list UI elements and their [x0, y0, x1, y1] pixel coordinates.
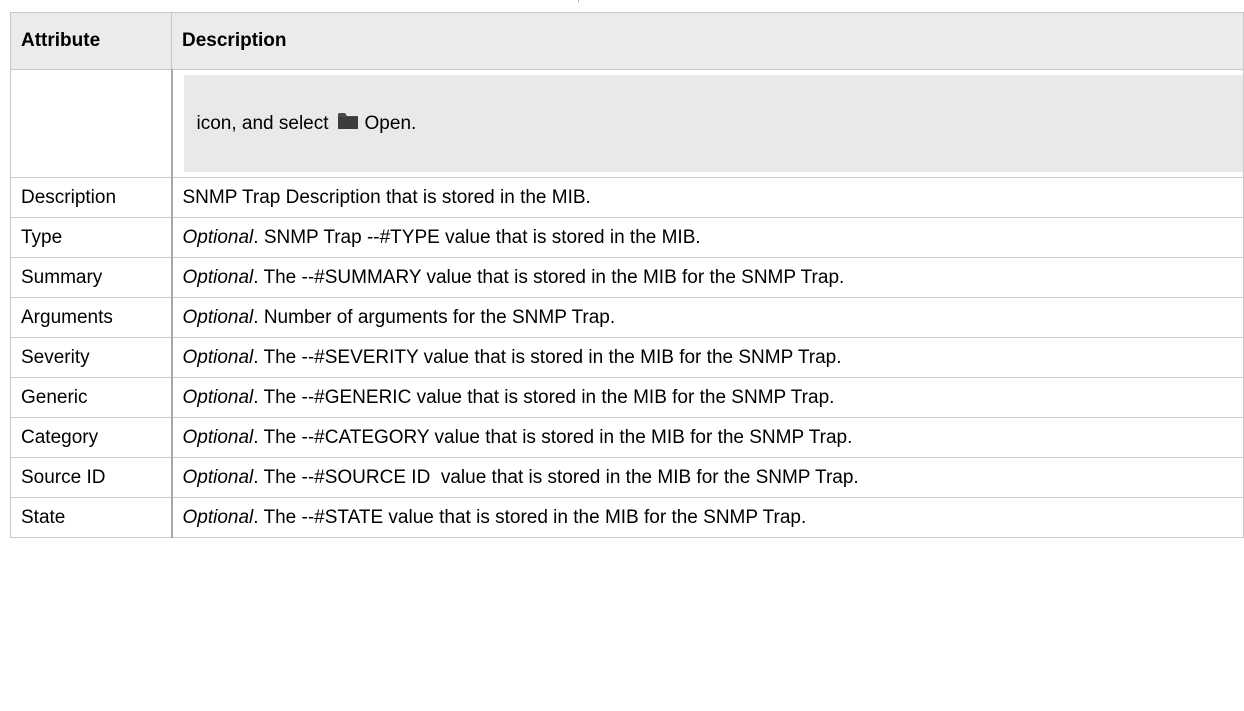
- table-row: Summary Optional. The --#SUMMARY value th…: [10, 257, 1244, 298]
- note-text-before: icon, and select: [196, 112, 329, 134]
- note-attribute-cell: [10, 69, 173, 178]
- table-row: Category Optional. The --#CATEGORY value …: [10, 417, 1244, 458]
- table-row: Type Optional. SNMP Trap --#TYPE value th…: [10, 217, 1244, 258]
- attribute-cell: Summary: [10, 257, 173, 298]
- attribute-cell: Category: [10, 417, 173, 458]
- description-cell: Optional. The --#GENERIC value that is s…: [171, 377, 1244, 418]
- attribute-cell: Description: [10, 177, 173, 218]
- attribute-cell: Type: [10, 217, 173, 258]
- table-row: Arguments Optional. Number of arguments f…: [10, 297, 1244, 338]
- optional-label: Optional: [182, 266, 254, 288]
- table-row: Severity Optional. The --#SEVERITY value …: [10, 337, 1244, 378]
- attribute-cell: Generic: [10, 377, 173, 418]
- attribute-table: Attribute Description icon, and select O…: [10, 12, 1244, 538]
- description-cell: SNMP Trap Description that is stored in …: [171, 177, 1244, 218]
- table-row: Description SNMP Trap Description that is…: [10, 177, 1244, 218]
- description-text: . The --#CATEGORY value that is stored i…: [253, 426, 853, 448]
- table-row: Generic Optional. The --#GENERIC value th…: [10, 377, 1244, 418]
- description-cell: Optional. Number of arguments for the SN…: [171, 297, 1244, 338]
- table-header-row: Attribute Description: [10, 12, 1244, 70]
- folder-icon: [337, 111, 359, 136]
- note-box: icon, and select Open.: [183, 75, 1243, 172]
- optional-label: Optional: [182, 306, 254, 328]
- attribute-cell: Severity: [10, 337, 173, 378]
- optional-label: Optional: [182, 426, 254, 448]
- description-cell: Optional. The --#CATEGORY value that is …: [171, 417, 1244, 458]
- previous-page-fragment: [578, 0, 585, 2]
- optional-label: Optional: [182, 386, 254, 408]
- description-cell: Optional. The --#SUMMARY value that is s…: [171, 257, 1244, 298]
- description-text: . Number of arguments for the SNMP Trap.: [253, 306, 616, 328]
- description-cell: Optional. The --#SEVERITY value that is …: [171, 337, 1244, 378]
- description-cell: Optional. The --#STATE value that is sto…: [171, 497, 1244, 538]
- description-text: SNMP Trap Description that is stored in …: [182, 186, 591, 208]
- description-text: . The --#SUMMARY value that is stored in…: [253, 266, 845, 288]
- table-row: State Optional. The --#STATE value that i…: [10, 497, 1244, 538]
- description-text: . The --#GENERIC value that is stored in…: [253, 386, 835, 408]
- note-cell: icon, and select Open.: [171, 69, 1244, 178]
- description-text: . The --#SEVERITY value that is stored i…: [253, 346, 842, 368]
- description-text: . The --#SOURCE ID value that is stored …: [253, 466, 859, 488]
- attribute-cell: Arguments: [10, 297, 173, 338]
- description-text: . The --#STATE value that is stored in t…: [253, 506, 807, 528]
- optional-label: Optional: [182, 506, 254, 528]
- optional-label: Optional: [182, 346, 254, 368]
- optional-label: Optional: [182, 226, 254, 248]
- attribute-cell: Source ID: [10, 457, 173, 498]
- table-row: Source ID Optional. The --#SOURCE ID valu…: [10, 457, 1244, 498]
- description-text: . SNMP Trap --#TYPE value that is stored…: [253, 226, 701, 248]
- description-cell: Optional. SNMP Trap --#TYPE value that i…: [171, 217, 1244, 258]
- note-row: icon, and select Open.: [10, 69, 1244, 178]
- header-attribute: Attribute: [10, 12, 172, 70]
- description-cell: Optional. The --#SOURCE ID value that is…: [171, 457, 1244, 498]
- attribute-cell: State: [10, 497, 173, 538]
- header-description: Description: [171, 12, 1244, 70]
- optional-label: Optional: [182, 466, 254, 488]
- note-text-after: Open.: [364, 112, 417, 134]
